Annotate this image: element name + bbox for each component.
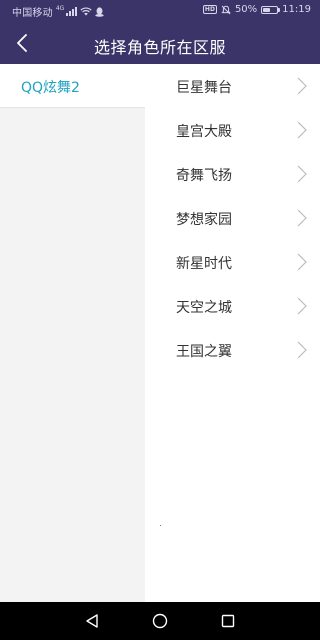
chevron-right-icon <box>297 297 307 315</box>
stray-dot <box>160 525 161 526</box>
server-item[interactable]: 巨星舞台 <box>145 64 320 108</box>
server-name: 天空之城 <box>176 300 232 316</box>
server-name: 巨星舞台 <box>176 80 232 96</box>
clock: 11:19 <box>282 4 311 15</box>
nav-recents-square-icon <box>221 614 235 628</box>
battery-icon <box>261 5 281 14</box>
server-name: 王国之翼 <box>176 344 232 360</box>
nav-home-circle-icon <box>152 613 168 629</box>
server-name: 皇宫大殿 <box>176 124 232 140</box>
battery-level <box>263 7 271 12</box>
game-item-label: QQ炫舞2 <box>21 80 80 96</box>
carrier-name: 中国移动 <box>12 8 53 19</box>
nav-back-button[interactable] <box>68 602 116 640</box>
server-item[interactable]: 王国之翼 <box>145 328 320 372</box>
navigation-bar <box>0 602 320 640</box>
chevron-right-icon <box>297 341 307 359</box>
nav-recents-button[interactable] <box>204 602 252 640</box>
page-title: 选择角色所在区服 <box>93 38 226 57</box>
server-item[interactable]: 新星时代 <box>145 240 320 284</box>
status-right: HD 50% 11:19 <box>202 4 311 15</box>
back-button[interactable] <box>6 27 38 59</box>
server-name: 新星时代 <box>176 256 232 272</box>
server-name: 奇舞飞扬 <box>176 168 232 184</box>
hd-badge: HD <box>202 5 217 14</box>
chevron-right-icon <box>297 253 307 271</box>
network-type-label: 4G <box>55 5 65 12</box>
server-item[interactable]: 皇宫大殿 <box>145 108 320 152</box>
status-left: 中国移动 4G <box>12 4 104 19</box>
game-list-panel: QQ炫舞2 <box>0 64 145 602</box>
signal-icon <box>66 7 78 16</box>
server-item[interactable]: 梦想家园 <box>145 196 320 240</box>
battery-percent: 50% <box>234 4 258 15</box>
mute-bell-icon <box>221 5 231 14</box>
phone-screen: 中国移动 4G HD 50% 11:19 选择角色所在区服 QQ炫舞2 巨星舞台… <box>0 0 320 640</box>
server-name: 梦想家园 <box>176 212 232 228</box>
server-item[interactable]: 奇舞飞扬 <box>145 152 320 196</box>
server-item[interactable]: 天空之城 <box>145 284 320 328</box>
game-item-qq-x5[interactable]: QQ炫舞2 <box>0 64 145 108</box>
chevron-right-icon <box>297 121 307 139</box>
chevron-right-icon <box>297 165 307 183</box>
qq-penguin-icon <box>95 6 104 17</box>
chevron-right-icon <box>297 209 307 227</box>
title-bar: 选择角色所在区服 <box>0 22 320 64</box>
back-arrow-icon <box>17 34 27 52</box>
server-list-panel: 巨星舞台皇宫大殿奇舞飞扬梦想家园新星时代天空之城王国之翼 <box>145 64 320 602</box>
nav-back-triangle-icon <box>86 614 98 628</box>
server-list: 巨星舞台皇宫大殿奇舞飞扬梦想家园新星时代天空之城王国之翼 <box>145 64 320 372</box>
chevron-right-icon <box>297 77 307 95</box>
nav-home-button[interactable] <box>136 602 184 640</box>
wifi-icon <box>80 7 92 16</box>
status-bar: 中国移动 4G HD 50% 11:19 <box>0 0 320 22</box>
